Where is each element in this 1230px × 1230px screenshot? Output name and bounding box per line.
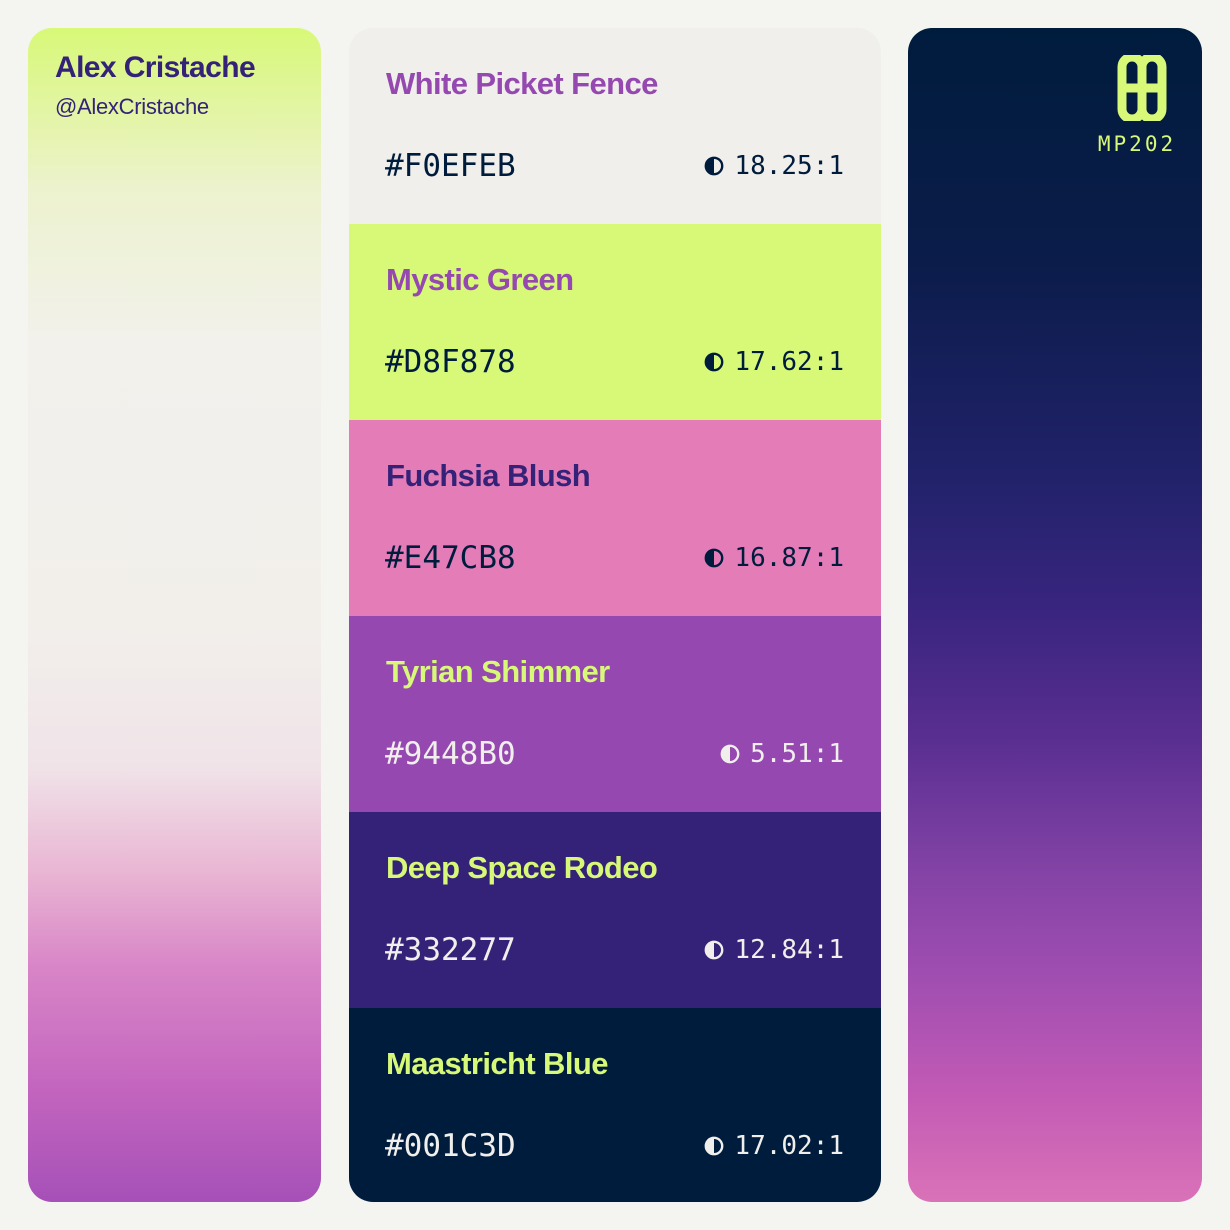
contrast-value: 12.84:1 (734, 935, 844, 965)
swatch-hex-code[interactable]: #D8F878 (385, 344, 516, 380)
contrast-icon (705, 1136, 724, 1156)
swatch-hex-code[interactable]: #9448B0 (385, 736, 516, 772)
swatch-name: Mystic Green (386, 262, 574, 297)
author-name: Alex Cristache (55, 51, 256, 84)
contrast-icon (705, 940, 724, 960)
contrast-value: 17.62:1 (734, 347, 844, 377)
contrast-icon (720, 744, 740, 764)
swatch-tyrian-shimmer[interactable]: Tyrian Shimmer #9448B0 5.51:1 (349, 616, 881, 812)
swatch-fuchsia-blush[interactable]: Fuchsia Blush #E47CB8 16.87:1 (349, 420, 881, 616)
swatch-hex-code[interactable]: #332277 (385, 932, 516, 968)
swatch-hex-code[interactable]: #F0EFEB (385, 148, 516, 184)
swatch-name: Maastricht Blue (386, 1046, 608, 1081)
swatch-contrast-ratio: 17.02:1 (704, 1131, 844, 1161)
contrast-value: 18.25:1 (734, 151, 844, 181)
gradient-panel-dark: MP202 (908, 28, 1202, 1202)
author-handle: @AlexCristache (55, 94, 209, 119)
swatch-name: White Picket Fence (386, 66, 658, 101)
swatch-contrast-ratio: 12.84:1 (704, 935, 844, 965)
contrast-icon (705, 156, 724, 176)
swatch-white-picket-fence[interactable]: White Picket Fence #F0EFEB 18.25:1 (349, 28, 881, 224)
swatch-contrast-ratio: 17.62:1 (704, 347, 844, 377)
swatch-name: Deep Space Rodeo (386, 850, 658, 885)
swatch-mystic-green[interactable]: Mystic Green #D8F878 17.62:1 (349, 224, 881, 420)
swatch-maastricht-blue[interactable]: Maastricht Blue #001C3D 17.02:1 (349, 1008, 881, 1202)
swatch-hex-code[interactable]: #001C3D (385, 1128, 516, 1164)
contrast-icon (705, 548, 724, 568)
contrast-value: 16.87:1 (734, 543, 844, 573)
swatch-name: Tyrian Shimmer (386, 654, 610, 689)
swatch-contrast-ratio: 16.87:1 (704, 543, 844, 573)
swatch-name: Fuchsia Blush (386, 458, 591, 493)
gradient-panel-light: Alex Cristache @AlexCristache (28, 28, 321, 1202)
contrast-icon (705, 352, 724, 372)
swatch-contrast-ratio: 18.25:1 (704, 151, 844, 181)
logo-text: MP202 (1097, 132, 1177, 156)
palette-swatch-list: White Picket Fence #F0EFEB 18.25:1 Mysti… (349, 28, 881, 1202)
swatch-contrast-ratio: 5.51:1 (720, 739, 844, 769)
mp-logo-icon (1117, 55, 1167, 121)
swatch-hex-code[interactable]: #E47CB8 (385, 540, 516, 576)
contrast-value: 17.02:1 (734, 1131, 844, 1161)
swatch-deep-space-rodeo[interactable]: Deep Space Rodeo #332277 12.84:1 (349, 812, 881, 1008)
contrast-value: 5.51:1 (750, 739, 844, 769)
